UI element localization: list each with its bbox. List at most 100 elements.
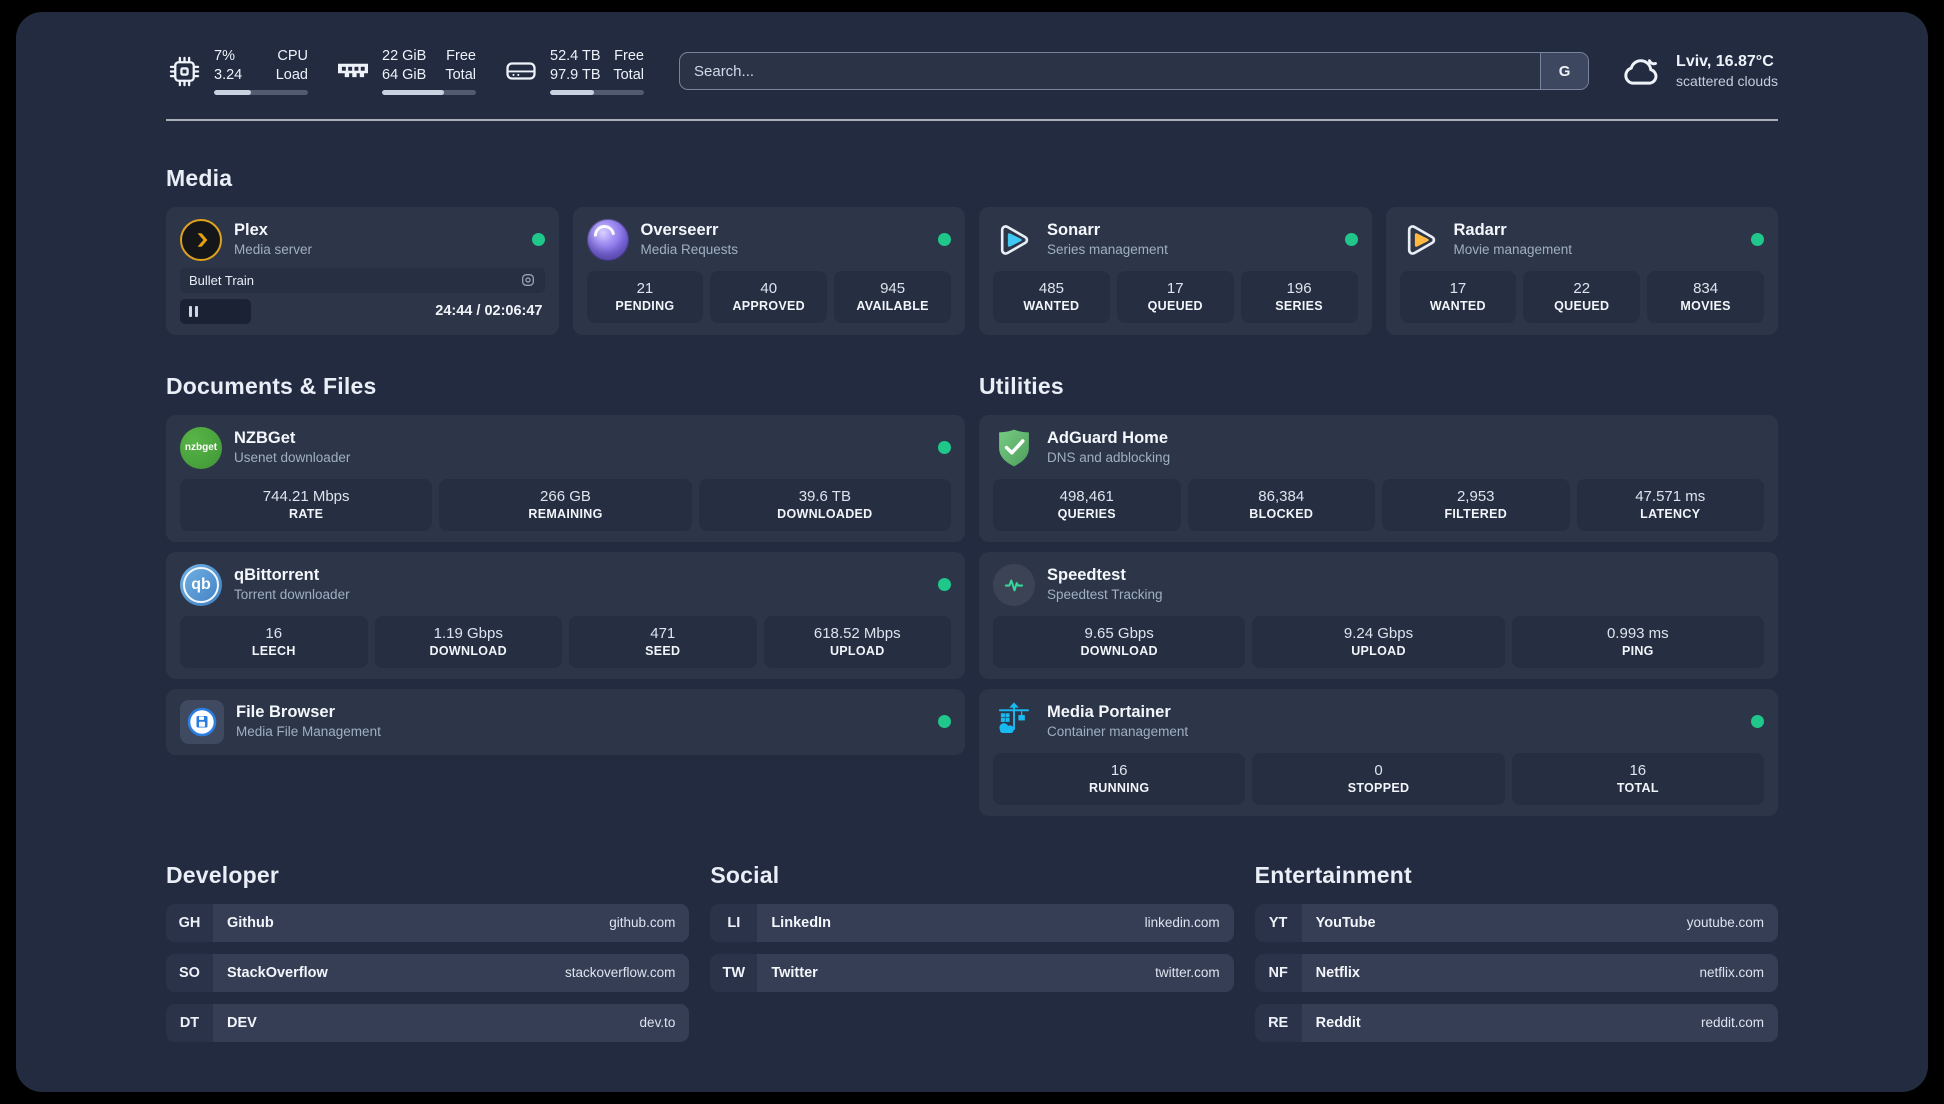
stat-available: 945 AVAILABLE bbox=[834, 270, 951, 323]
link-github[interactable]: GH Github github.com bbox=[166, 903, 690, 942]
middle-columns: Documents & Files nzbget NZBGet Usenet d… bbox=[166, 335, 1778, 816]
stat-queued: 22 QUEUED bbox=[1523, 270, 1641, 323]
load-label: Load bbox=[275, 67, 308, 84]
playback-progress-fill bbox=[180, 298, 252, 324]
link-youtube[interactable]: YT YouTube youtube.com bbox=[1254, 903, 1778, 942]
overseerr-card[interactable]: Overseerr Media Requests 21 PENDING 40 APP… bbox=[572, 206, 965, 335]
stat-wanted: 17 WANTED bbox=[1399, 270, 1517, 323]
status-dot bbox=[938, 233, 951, 246]
speedtest-card[interactable]: Speedtest Speedtest Tracking 9.65 Gbps DO… bbox=[979, 551, 1778, 679]
cpu-chip-icon bbox=[169, 56, 200, 86]
app-name: File Browser bbox=[236, 703, 336, 722]
cpu-load: 3.24 bbox=[214, 67, 243, 84]
filebrowser-card[interactable]: File Browser Media File Management bbox=[166, 688, 965, 755]
disk-icon bbox=[506, 62, 536, 80]
sonarr-card[interactable]: Sonarr Series management 485 WANTED 17 QUE… bbox=[979, 206, 1372, 335]
link-name: Netflix bbox=[1315, 964, 1360, 981]
app-name: Radarr bbox=[1453, 221, 1507, 240]
stat-rate: 744.21 Mbps RATE bbox=[180, 478, 433, 531]
app-name: AdGuard Home bbox=[1047, 429, 1169, 448]
radarr-icon bbox=[1400, 219, 1442, 261]
stat-pending: 21 PENDING bbox=[586, 270, 704, 323]
link-badge: NF bbox=[1254, 953, 1302, 992]
link-netflix[interactable]: NF Netflix netflix.com bbox=[1254, 953, 1778, 992]
weather-widget[interactable]: Lviv, 16.87°C scattered clouds bbox=[1619, 49, 1778, 93]
section-title-entertainment: Entertainment bbox=[1254, 861, 1412, 888]
status-dot bbox=[938, 441, 951, 454]
nzbget-icon: nzbget bbox=[180, 426, 222, 469]
section-title-documents: Documents & Files bbox=[166, 372, 377, 399]
cpu-progress-bar bbox=[214, 90, 308, 95]
pause-icon bbox=[189, 305, 198, 317]
stat-download: 1.19 Gbps DOWNLOAD bbox=[374, 615, 562, 668]
section-title-social: Social bbox=[710, 861, 780, 888]
stat-approved: 40 APPROVED bbox=[710, 270, 828, 323]
app-desc: Speedtest Tracking bbox=[1047, 587, 1163, 603]
link-url: netflix.com bbox=[1699, 965, 1764, 980]
developer-column: Developer GH Github github.com SO StackOv… bbox=[166, 861, 690, 1054]
link-url: linkedin.com bbox=[1144, 915, 1220, 930]
stat-queued: 17 QUEUED bbox=[1116, 270, 1234, 323]
link-url: reddit.com bbox=[1700, 1015, 1764, 1030]
link-badge: GH bbox=[166, 903, 213, 942]
link-url: twitter.com bbox=[1155, 965, 1220, 980]
playback-time: 24:44 / 02:06:47 bbox=[435, 303, 543, 319]
link-dev[interactable]: DT DEV dev.to bbox=[166, 1003, 690, 1042]
link-name: LinkedIn bbox=[771, 914, 831, 931]
link-badge: SO bbox=[166, 953, 213, 992]
ram-icon bbox=[338, 63, 368, 78]
link-name: YouTube bbox=[1315, 914, 1376, 931]
adguard-card[interactable]: AdGuard Home DNS and adblocking 498,461 Q… bbox=[979, 414, 1778, 542]
app-name: Speedtest bbox=[1047, 566, 1126, 585]
documents-column: Documents & Files nzbget NZBGet Usenet d… bbox=[166, 335, 965, 755]
section-title-media: Media bbox=[166, 164, 233, 191]
memory-total: 64 GiB bbox=[382, 67, 427, 84]
link-twitter[interactable]: TW Twitter twitter.com bbox=[710, 953, 1234, 992]
weather-text: Lviv, 16.87°C scattered clouds bbox=[1676, 52, 1778, 91]
qbittorrent-card[interactable]: qb qBittorrent Torrent downloader 16 LEEC… bbox=[166, 551, 965, 679]
app-name: Sonarr bbox=[1047, 221, 1101, 240]
link-linkedin[interactable]: LI LinkedIn linkedin.com bbox=[710, 903, 1234, 942]
filebrowser-icon bbox=[180, 699, 224, 744]
radarr-card[interactable]: Radarr Movie management 17 WANTED 22 QUEUE… bbox=[1385, 206, 1778, 335]
link-name: DEV bbox=[227, 1014, 257, 1031]
app-desc: Series management bbox=[1047, 242, 1168, 258]
stat-queries: 498,461 QUERIES bbox=[993, 478, 1181, 531]
stat-remaining: 266 GB REMAINING bbox=[439, 478, 692, 531]
stat-upload: 9.24 Gbps UPLOAD bbox=[1252, 615, 1505, 668]
app-desc: Usenet downloader bbox=[234, 450, 351, 466]
speedtest-icon bbox=[993, 563, 1035, 606]
portainer-card[interactable]: Media Portainer Container management 16 R… bbox=[979, 688, 1778, 816]
stat-wanted: 485 WANTED bbox=[993, 270, 1110, 323]
plex-card[interactable]: Plex Media server Bullet Train 24:44 / 0… bbox=[166, 206, 559, 335]
link-badge: LI bbox=[710, 903, 758, 942]
stat-series: 196 SERIES bbox=[1240, 270, 1358, 323]
link-badge: YT bbox=[1254, 903, 1302, 942]
nzbget-card[interactable]: nzbget NZBGet Usenet downloader 744.21 M… bbox=[166, 414, 965, 542]
section-title-developer: Developer bbox=[166, 861, 280, 888]
search-bar: G bbox=[679, 52, 1590, 90]
stat-leech: 16 LEECH bbox=[180, 615, 368, 668]
weather-condition: scattered clouds bbox=[1676, 73, 1778, 90]
now-playing-row: Bullet Train bbox=[180, 267, 545, 293]
disk-progress-bar bbox=[550, 90, 644, 95]
link-stackoverflow[interactable]: SO StackOverflow stackoverflow.com bbox=[166, 953, 690, 992]
app-name: Plex bbox=[234, 221, 268, 240]
stat-blocked: 86,384 BLOCKED bbox=[1187, 478, 1375, 531]
memory-progress-bar bbox=[382, 90, 476, 95]
search-engine-button[interactable]: G bbox=[1540, 53, 1589, 89]
disk-stat: 52.4 TB Free 97.9 TB Total bbox=[503, 47, 644, 95]
stat-upload: 618.52 Mbps UPLOAD bbox=[763, 615, 951, 668]
adguard-icon bbox=[993, 427, 1035, 469]
disk-values: 52.4 TB Free 97.9 TB Total bbox=[550, 47, 644, 95]
link-reddit[interactable]: RE Reddit reddit.com bbox=[1254, 1003, 1778, 1042]
disk-free-label: Free bbox=[614, 48, 644, 65]
status-dot bbox=[938, 578, 951, 591]
memory-free-label: Free bbox=[446, 48, 476, 65]
stat-movies: 834 MOVIES bbox=[1647, 270, 1764, 323]
plex-icon bbox=[180, 218, 222, 261]
app-desc: Media Requests bbox=[640, 242, 739, 258]
portainer-icon bbox=[993, 701, 1035, 743]
search-input[interactable] bbox=[680, 53, 1541, 89]
app-name: qBittorrent bbox=[234, 566, 320, 585]
